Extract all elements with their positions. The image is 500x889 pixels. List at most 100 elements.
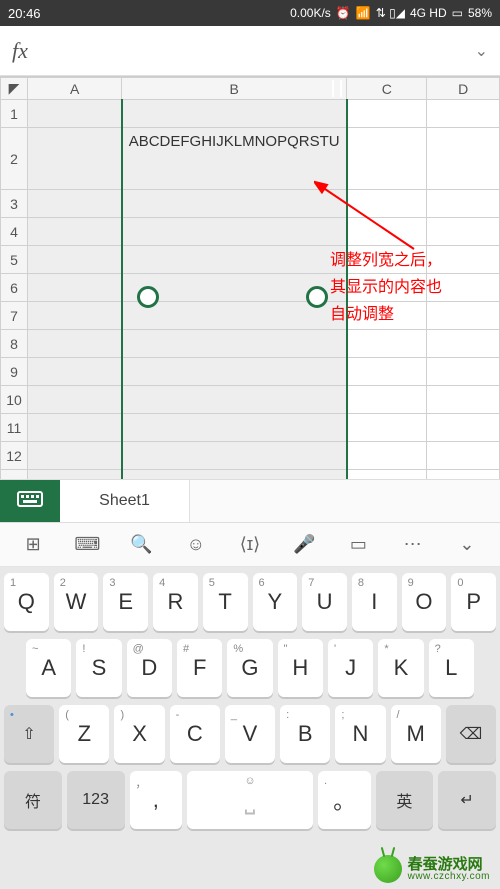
- cell[interactable]: [347, 128, 427, 190]
- cell[interactable]: [28, 246, 122, 274]
- cell[interactable]: [122, 358, 347, 386]
- cell[interactable]: [28, 302, 122, 330]
- cell[interactable]: [122, 386, 347, 414]
- cell[interactable]: [347, 386, 427, 414]
- cell[interactable]: [347, 414, 427, 442]
- cell[interactable]: [427, 386, 500, 414]
- key-a[interactable]: ~A: [26, 639, 71, 697]
- symbol-key[interactable]: 符: [4, 771, 62, 829]
- key-l[interactable]: ?L: [429, 639, 474, 697]
- cell[interactable]: [427, 330, 500, 358]
- ime-keyboard-icon[interactable]: ⌨: [71, 529, 103, 561]
- row-header[interactable]: 5: [1, 246, 28, 274]
- cell[interactable]: [347, 190, 427, 218]
- cell[interactable]: [122, 414, 347, 442]
- key-b[interactable]: :B: [280, 705, 330, 763]
- ime-mic-icon[interactable]: 🎤: [288, 529, 320, 561]
- cell[interactable]: [122, 100, 347, 128]
- key-c[interactable]: -C: [170, 705, 220, 763]
- row-header[interactable]: 12: [1, 442, 28, 470]
- key-t[interactable]: 5T: [203, 573, 248, 631]
- cell[interactable]: [122, 442, 347, 470]
- key-u[interactable]: 7U: [302, 573, 347, 631]
- cell[interactable]: [122, 302, 347, 330]
- period-key[interactable]: .。: [318, 771, 371, 829]
- col-header-c[interactable]: C: [347, 78, 427, 100]
- cell[interactable]: [28, 128, 122, 190]
- row-header[interactable]: 13: [1, 470, 28, 480]
- row-header[interactable]: 4: [1, 218, 28, 246]
- row-header[interactable]: 2: [1, 128, 28, 190]
- comma-key[interactable]: ，,: [130, 771, 183, 829]
- row-header[interactable]: 3: [1, 190, 28, 218]
- key-z[interactable]: (Z: [59, 705, 109, 763]
- key-x[interactable]: )X: [114, 705, 164, 763]
- cell-b2[interactable]: ABCDEFGHIJKLMNOPQRSTU: [122, 128, 347, 190]
- key-r[interactable]: 4R: [153, 573, 198, 631]
- ime-more-icon[interactable]: ⋯: [397, 529, 429, 561]
- cell[interactable]: [122, 330, 347, 358]
- cell[interactable]: [28, 470, 122, 480]
- col-header-a[interactable]: A: [28, 78, 122, 100]
- cell[interactable]: [347, 470, 427, 480]
- sheet-tab[interactable]: Sheet1: [60, 480, 190, 522]
- spreadsheet[interactable]: ◤ A B C D 1 2ABCDEFGHIJKLMNOPQRSTU 3 4 5…: [0, 76, 500, 479]
- formula-bar[interactable]: fx ⌄: [0, 26, 500, 76]
- cell[interactable]: [28, 442, 122, 470]
- row-header[interactable]: 6: [1, 274, 28, 302]
- cell[interactable]: [28, 414, 122, 442]
- cell[interactable]: [427, 470, 500, 480]
- key-v[interactable]: _V: [225, 705, 275, 763]
- cell[interactable]: [427, 100, 500, 128]
- key-e[interactable]: 3E: [103, 573, 148, 631]
- cell[interactable]: [347, 218, 427, 246]
- key-y[interactable]: 6Y: [253, 573, 298, 631]
- row-header[interactable]: 10: [1, 386, 28, 414]
- number-key[interactable]: 123: [67, 771, 125, 829]
- cell[interactable]: [28, 100, 122, 128]
- cell[interactable]: [347, 330, 427, 358]
- row-header[interactable]: 11: [1, 414, 28, 442]
- cell[interactable]: [347, 100, 427, 128]
- space-key[interactable]: ☺⎵: [187, 771, 313, 829]
- key-j[interactable]: 'J: [328, 639, 373, 697]
- cell[interactable]: [427, 218, 500, 246]
- cell[interactable]: [122, 218, 347, 246]
- key-o[interactable]: 9O: [402, 573, 447, 631]
- cell[interactable]: [427, 190, 500, 218]
- row-header[interactable]: 9: [1, 358, 28, 386]
- cell[interactable]: [427, 358, 500, 386]
- cell[interactable]: [347, 358, 427, 386]
- ime-collapse-icon[interactable]: ⌄: [451, 529, 483, 561]
- key-s[interactable]: !S: [76, 639, 121, 697]
- ime-cursor-icon[interactable]: ⟨ɪ⟩: [234, 529, 266, 561]
- key-h[interactable]: "H: [278, 639, 323, 697]
- cell[interactable]: [122, 246, 347, 274]
- row-header[interactable]: 7: [1, 302, 28, 330]
- cell[interactable]: [122, 190, 347, 218]
- language-key[interactable]: 英: [376, 771, 434, 829]
- cell[interactable]: [427, 128, 500, 190]
- cell[interactable]: [427, 442, 500, 470]
- row-header[interactable]: 8: [1, 330, 28, 358]
- key-w[interactable]: 2W: [54, 573, 99, 631]
- ime-grid-icon[interactable]: ⊞: [17, 529, 49, 561]
- keyboard-toggle-button[interactable]: [0, 480, 60, 522]
- cell[interactable]: [427, 414, 500, 442]
- cell[interactable]: [28, 274, 122, 302]
- key-i[interactable]: 8I: [352, 573, 397, 631]
- key-q[interactable]: 1Q: [4, 573, 49, 631]
- key-d[interactable]: @D: [127, 639, 172, 697]
- key-f[interactable]: #F: [177, 639, 222, 697]
- cell[interactable]: [28, 358, 122, 386]
- key-n[interactable]: ;N: [335, 705, 385, 763]
- col-header-d[interactable]: D: [427, 78, 500, 100]
- cell[interactable]: [347, 442, 427, 470]
- col-header-b[interactable]: B: [122, 78, 347, 100]
- enter-key[interactable]: ↵: [438, 771, 496, 829]
- cell[interactable]: [28, 218, 122, 246]
- key-k[interactable]: *K: [378, 639, 423, 697]
- ime-emoji-icon[interactable]: ☺: [180, 529, 212, 561]
- cell[interactable]: [122, 470, 347, 480]
- key-m[interactable]: /M: [391, 705, 441, 763]
